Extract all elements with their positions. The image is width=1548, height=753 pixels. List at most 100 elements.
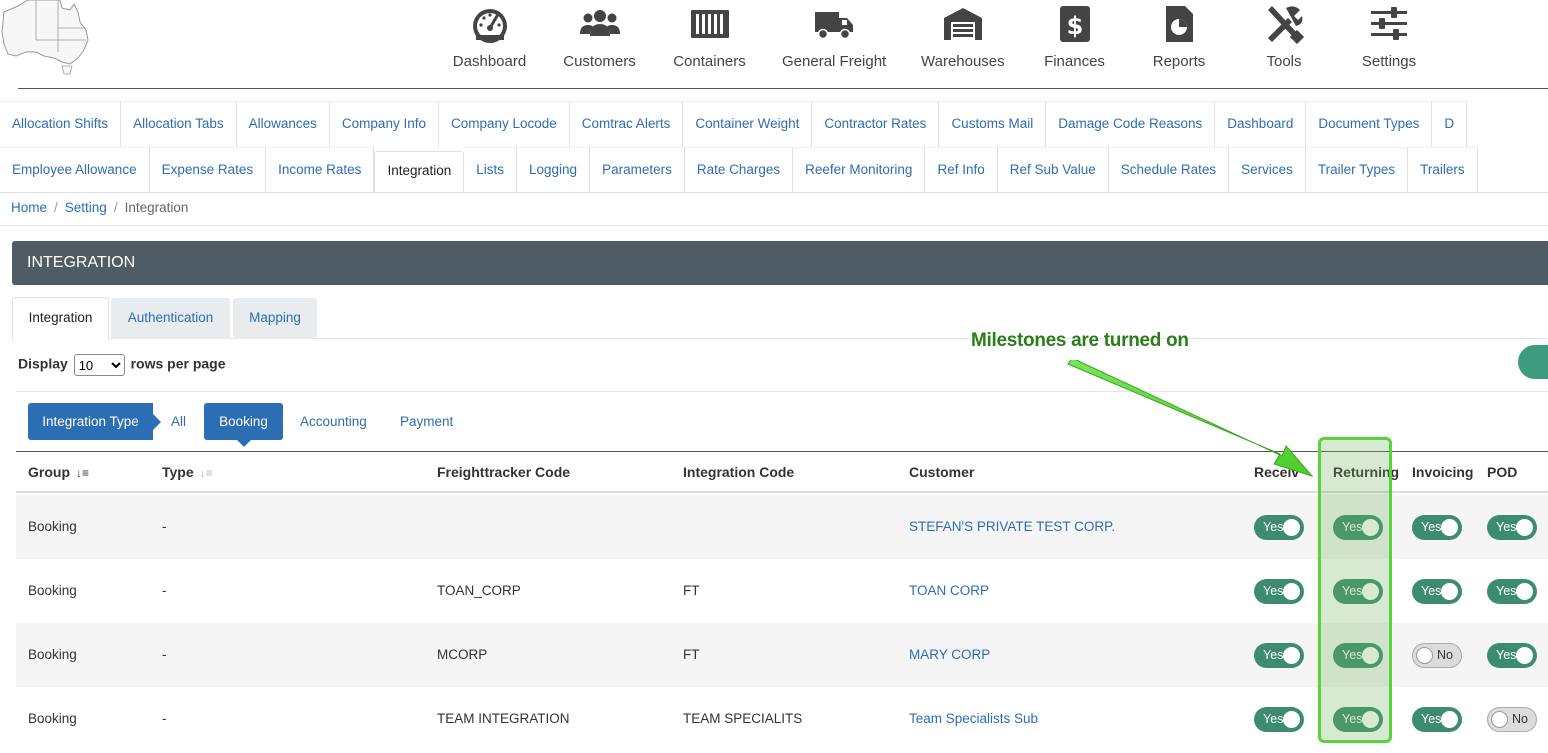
nav-tools[interactable]: Tools xyxy=(1258,4,1310,74)
pod-toggle[interactable]: Yes xyxy=(1487,515,1537,540)
cell-customer-link[interactable]: MARY CORP xyxy=(909,647,990,662)
toggle-label: Yes xyxy=(1421,520,1442,534)
settings-tab[interactable]: Expense Rates xyxy=(149,147,267,192)
cell-customer-link[interactable]: TOAN CORP xyxy=(909,583,989,598)
settings-tab[interactable]: Logging xyxy=(517,147,591,192)
toggle-knob xyxy=(1283,647,1300,664)
settings-tabs-row-2: Employee Allowance Expense Rates Income Ra… xyxy=(0,147,1548,193)
nav-general-freight[interactable]: General Freight xyxy=(782,4,886,74)
settings-tab[interactable]: Ref Sub Value xyxy=(997,147,1109,192)
filter-accounting[interactable]: Accounting xyxy=(300,403,367,440)
settings-tab[interactable]: Comtrac Alerts xyxy=(569,101,684,147)
settings-tab[interactable]: Employee Allowance xyxy=(0,147,150,192)
settings-tab-integration-active[interactable]: Integration xyxy=(374,151,465,192)
settings-tab[interactable]: Allocation Tabs xyxy=(121,101,237,147)
settings-tab[interactable]: Income Rates xyxy=(266,147,375,192)
invoicing-toggle[interactable]: Yes xyxy=(1412,579,1462,604)
nav-dashboard[interactable]: Dashboard xyxy=(452,4,527,74)
invoicing-toggle[interactable]: Yes xyxy=(1412,707,1462,732)
invoicing-toggle[interactable]: Yes xyxy=(1412,515,1462,540)
column-type-label: Type xyxy=(162,464,194,480)
cell-customer-link[interactable]: STEFAN'S PRIVATE TEST CORP. xyxy=(909,519,1115,534)
pod-toggle[interactable]: Yes xyxy=(1487,579,1537,604)
filter-booking[interactable]: Booking xyxy=(204,403,283,447)
cell-type: - xyxy=(162,519,167,534)
settings-tab[interactable]: Company Info xyxy=(329,101,439,147)
tab-authentication[interactable]: Authentication xyxy=(111,298,230,339)
settings-tab[interactable]: Parameters xyxy=(590,147,685,192)
sort-desc-icon[interactable]: ↓≡ xyxy=(76,466,89,480)
invoicing-toggle[interactable]: No xyxy=(1412,643,1462,668)
pod-toggle[interactable]: No xyxy=(1487,707,1537,732)
toggle-label: Yes xyxy=(1496,584,1517,598)
nav-finances-label: Finances xyxy=(1044,53,1105,70)
settings-tab[interactable]: Schedule Rates xyxy=(1108,147,1230,192)
cell-customer-link[interactable]: Team Specialists Sub xyxy=(909,711,1038,726)
column-header-freight-code: Freighttracker Code xyxy=(437,464,571,480)
nav-customers-label: Customers xyxy=(563,53,636,70)
nav-general-freight-label: General Freight xyxy=(782,53,887,70)
tools-icon xyxy=(1268,6,1304,44)
add-button[interactable] xyxy=(1518,345,1548,379)
filter-payment[interactable]: Payment xyxy=(400,403,453,440)
nav-finances[interactable]: $ Finances xyxy=(1042,4,1107,74)
column-group-label: Group xyxy=(28,464,70,480)
receiving-toggle[interactable]: Yes xyxy=(1254,579,1304,604)
pod-toggle[interactable]: Yes xyxy=(1487,643,1537,668)
settings-tab[interactable]: Trailer Types xyxy=(1305,147,1409,192)
settings-tab[interactable]: Company Locode xyxy=(438,101,570,147)
settings-tab[interactable]: Allowances xyxy=(236,101,330,147)
toggle-label: Yes xyxy=(1496,648,1517,662)
cell-group: Booking xyxy=(28,711,77,726)
settings-tab[interactable]: Allocation Shifts xyxy=(0,101,122,147)
cell-group: Booking xyxy=(28,583,77,598)
settings-tab[interactable]: Damage Code Reasons xyxy=(1046,101,1216,147)
settings-tab[interactable]: Lists xyxy=(464,147,517,192)
tab-integration[interactable]: Integration xyxy=(12,297,109,340)
australia-map-logo xyxy=(1,0,89,75)
tab-mapping[interactable]: Mapping xyxy=(233,298,317,339)
nav-customers[interactable]: Customers xyxy=(562,4,637,74)
nav-settings[interactable]: Settings xyxy=(1358,4,1420,74)
filter-all[interactable]: All xyxy=(171,403,186,440)
nav-reports[interactable]: Reports xyxy=(1148,4,1210,74)
toggle-knob xyxy=(1491,711,1508,728)
settings-tab[interactable]: Ref Info xyxy=(925,147,998,192)
column-header-group[interactable]: Group ↓≡ xyxy=(28,464,89,480)
cell-group: Booking xyxy=(28,519,77,534)
receiving-toggle[interactable]: Yes xyxy=(1254,707,1304,732)
cell-type: - xyxy=(162,647,167,662)
nav-containers[interactable]: Containers xyxy=(672,4,747,74)
sort-icon[interactable]: ↓≡ xyxy=(200,466,213,480)
settings-tab[interactable]: Customs Mail xyxy=(939,101,1047,147)
cell-integration-code: FT xyxy=(683,583,700,598)
toggle-label: Yes xyxy=(1263,584,1284,598)
dollar-icon: $ xyxy=(1059,6,1090,42)
toggle-knob xyxy=(1516,519,1533,536)
settings-tab[interactable]: Services xyxy=(1229,147,1306,192)
sliders-icon xyxy=(1371,7,1407,40)
page-title: INTEGRATION xyxy=(12,241,1548,285)
column-header-type[interactable]: Type ↓≡ xyxy=(162,464,213,480)
settings-tab[interactable]: Trailers xyxy=(1408,147,1478,192)
toggle-knob xyxy=(1441,711,1458,728)
settings-tab[interactable]: Container Weight xyxy=(683,101,813,147)
nav-reports-label: Reports xyxy=(1152,53,1206,70)
toggle-label: Yes xyxy=(1263,712,1284,726)
settings-tab[interactable]: Contractor Rates xyxy=(812,101,940,147)
cell-integration-code: TEAM SPECIALITS xyxy=(683,711,803,726)
rows-per-page-select[interactable]: 10 xyxy=(73,354,125,376)
toggle-knob xyxy=(1283,519,1300,536)
settings-tab[interactable]: Reefer Monitoring xyxy=(793,147,926,192)
receiving-toggle[interactable]: Yes xyxy=(1254,515,1304,540)
receiving-toggle[interactable]: Yes xyxy=(1254,643,1304,668)
column-header-pod: POD xyxy=(1487,464,1518,480)
breadcrumb-setting[interactable]: Setting xyxy=(65,200,107,215)
settings-tab[interactable]: Dashboard xyxy=(1215,101,1307,147)
settings-tab[interactable]: Rate Charges xyxy=(684,147,794,192)
settings-tab[interactable]: Document Types xyxy=(1306,101,1433,147)
breadcrumb-home[interactable]: Home xyxy=(11,200,47,215)
settings-tab[interactable]: D xyxy=(1432,101,1468,147)
nav-warehouses[interactable]: Warehouses xyxy=(921,4,1005,74)
display-label: Display xyxy=(18,355,68,372)
